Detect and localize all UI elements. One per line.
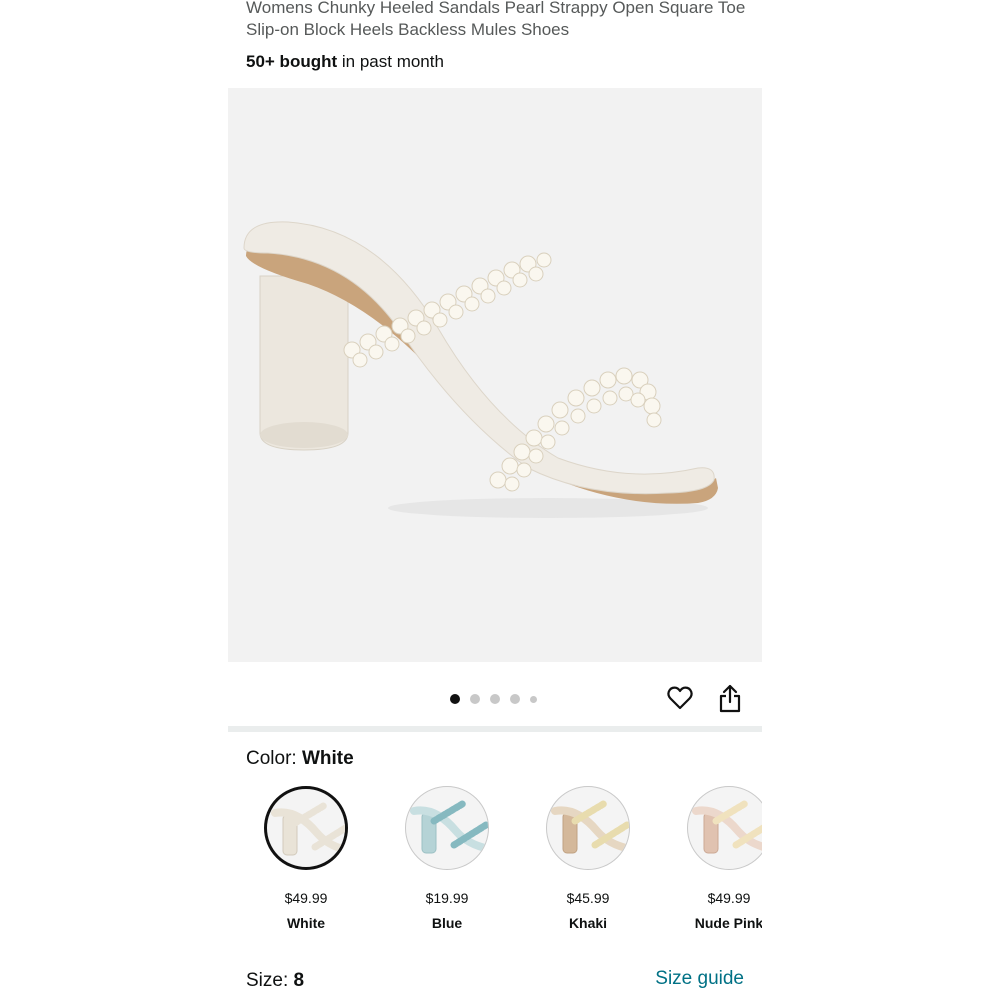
carousel-dot[interactable]	[490, 694, 500, 704]
carousel-dot[interactable]	[510, 694, 520, 704]
color-selector-label: Color: White	[246, 747, 354, 771]
carousel-dot[interactable]	[470, 694, 480, 704]
color-label: Color:	[246, 748, 302, 769]
color-option-blue[interactable]: $19.99 Blue	[369, 786, 509, 936]
color-option-name: White	[286, 915, 326, 931]
sandal-image	[243, 221, 718, 518]
color-option-price: $49.99	[707, 890, 751, 906]
size-label: Size:	[246, 970, 294, 991]
color-option-name: Blue	[431, 915, 463, 931]
color-option-price: $49.99	[284, 890, 328, 906]
color-option-name: Khaki	[568, 915, 608, 931]
selected-size: 8	[293, 970, 305, 991]
color-option-image	[264, 786, 348, 870]
color-option-image	[546, 786, 630, 870]
product-image[interactable]	[228, 88, 762, 662]
color-option-price: $45.99	[566, 890, 610, 906]
color-option-white[interactable]: $49.99 White	[228, 786, 368, 936]
color-option-name: Nude Pink	[694, 915, 762, 931]
share-icon[interactable]	[718, 683, 742, 713]
bought-count: 50+ bought in past month	[246, 51, 444, 73]
product-title: Womens Chunky Heeled Sandals Pearl Strap…	[246, 0, 746, 39]
bought-count-number: 50+ bought	[246, 52, 338, 71]
color-option-image	[687, 786, 762, 870]
heart-outline-icon[interactable]	[666, 684, 694, 712]
image-carousel-dots[interactable]	[450, 693, 537, 705]
size-guide-link[interactable]: Size guide	[655, 967, 744, 991]
color-option-price: $19.99	[425, 890, 469, 906]
color-option-khaki[interactable]: $45.99 Khaki	[510, 786, 650, 936]
bought-count-suffix: in past month	[337, 52, 444, 71]
product-panel: Womens Chunky Heeled Sandals Pearl Strap…	[228, 0, 762, 1000]
carousel-dot[interactable]	[450, 694, 460, 704]
size-selector-label[interactable]: Size: 8	[246, 969, 304, 993]
section-divider	[228, 726, 762, 732]
color-option-image	[405, 786, 489, 870]
selected-color: White	[301, 748, 354, 769]
color-option-nude-pink[interactable]: $49.99 Nude Pink	[651, 786, 762, 936]
carousel-dot[interactable]	[530, 695, 537, 703]
